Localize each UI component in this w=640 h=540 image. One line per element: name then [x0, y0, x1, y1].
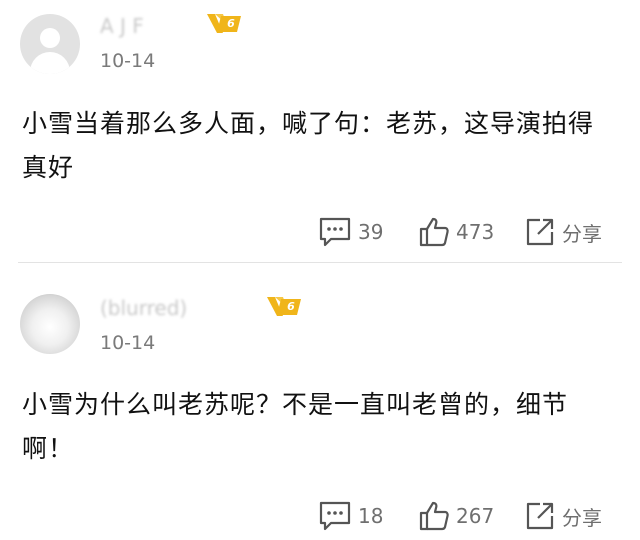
comment-bubble-icon	[319, 217, 351, 247]
vip-badge-icon: 6	[265, 294, 303, 320]
divider	[18, 262, 622, 263]
thumbs-up-icon	[419, 501, 449, 531]
share-button[interactable]: 分享	[524, 212, 602, 252]
thumbs-up-icon	[419, 217, 449, 247]
reply-button[interactable]: 39	[318, 212, 383, 252]
username[interactable]: A J F	[100, 14, 144, 38]
comment-bubble-icon	[319, 501, 351, 531]
share-arrow-icon	[526, 502, 554, 530]
vip-badge-icon: 6	[205, 11, 243, 37]
username[interactable]: (blurred)	[100, 296, 187, 320]
comment-actions: 39 473 分享	[0, 212, 640, 252]
comment-item: (blurred) 6 10-14 小雪为什么叫老苏呢？不是一直叫老曾的，细节啊…	[0, 264, 640, 540]
reply-button[interactable]: 18	[318, 496, 383, 536]
reply-count: 18	[358, 504, 384, 528]
avatar[interactable]	[20, 294, 80, 354]
like-count: 473	[456, 220, 495, 244]
share-label: 分享	[562, 221, 602, 246]
comment-actions: 18 267 分享	[0, 496, 640, 536]
share-label: 分享	[562, 505, 602, 530]
like-button[interactable]: 473	[418, 212, 494, 252]
comment-date: 10-14	[100, 332, 156, 354]
like-button[interactable]: 267	[418, 496, 494, 536]
share-arrow-icon	[526, 218, 554, 246]
comment-item: A J F 6 10-14 小雪当着那么多人面，喊了句：老苏，这导演拍得真好 3…	[0, 0, 640, 262]
reply-count: 39	[358, 220, 384, 244]
avatar-placeholder-body	[30, 52, 70, 74]
share-button[interactable]: 分享	[524, 496, 602, 536]
avatar[interactable]	[20, 14, 80, 74]
like-count: 267	[456, 504, 495, 528]
comment-date: 10-14	[100, 50, 156, 72]
avatar-placeholder-head	[40, 28, 60, 48]
comment-text: 小雪当着那么多人面，喊了句：老苏，这导演拍得真好	[22, 109, 595, 182]
vip-level: 6	[227, 17, 235, 30]
comment-text: 小雪为什么叫老苏呢？不是一直叫老曾的，细节啊！	[22, 390, 569, 463]
vip-level: 6	[287, 300, 295, 313]
